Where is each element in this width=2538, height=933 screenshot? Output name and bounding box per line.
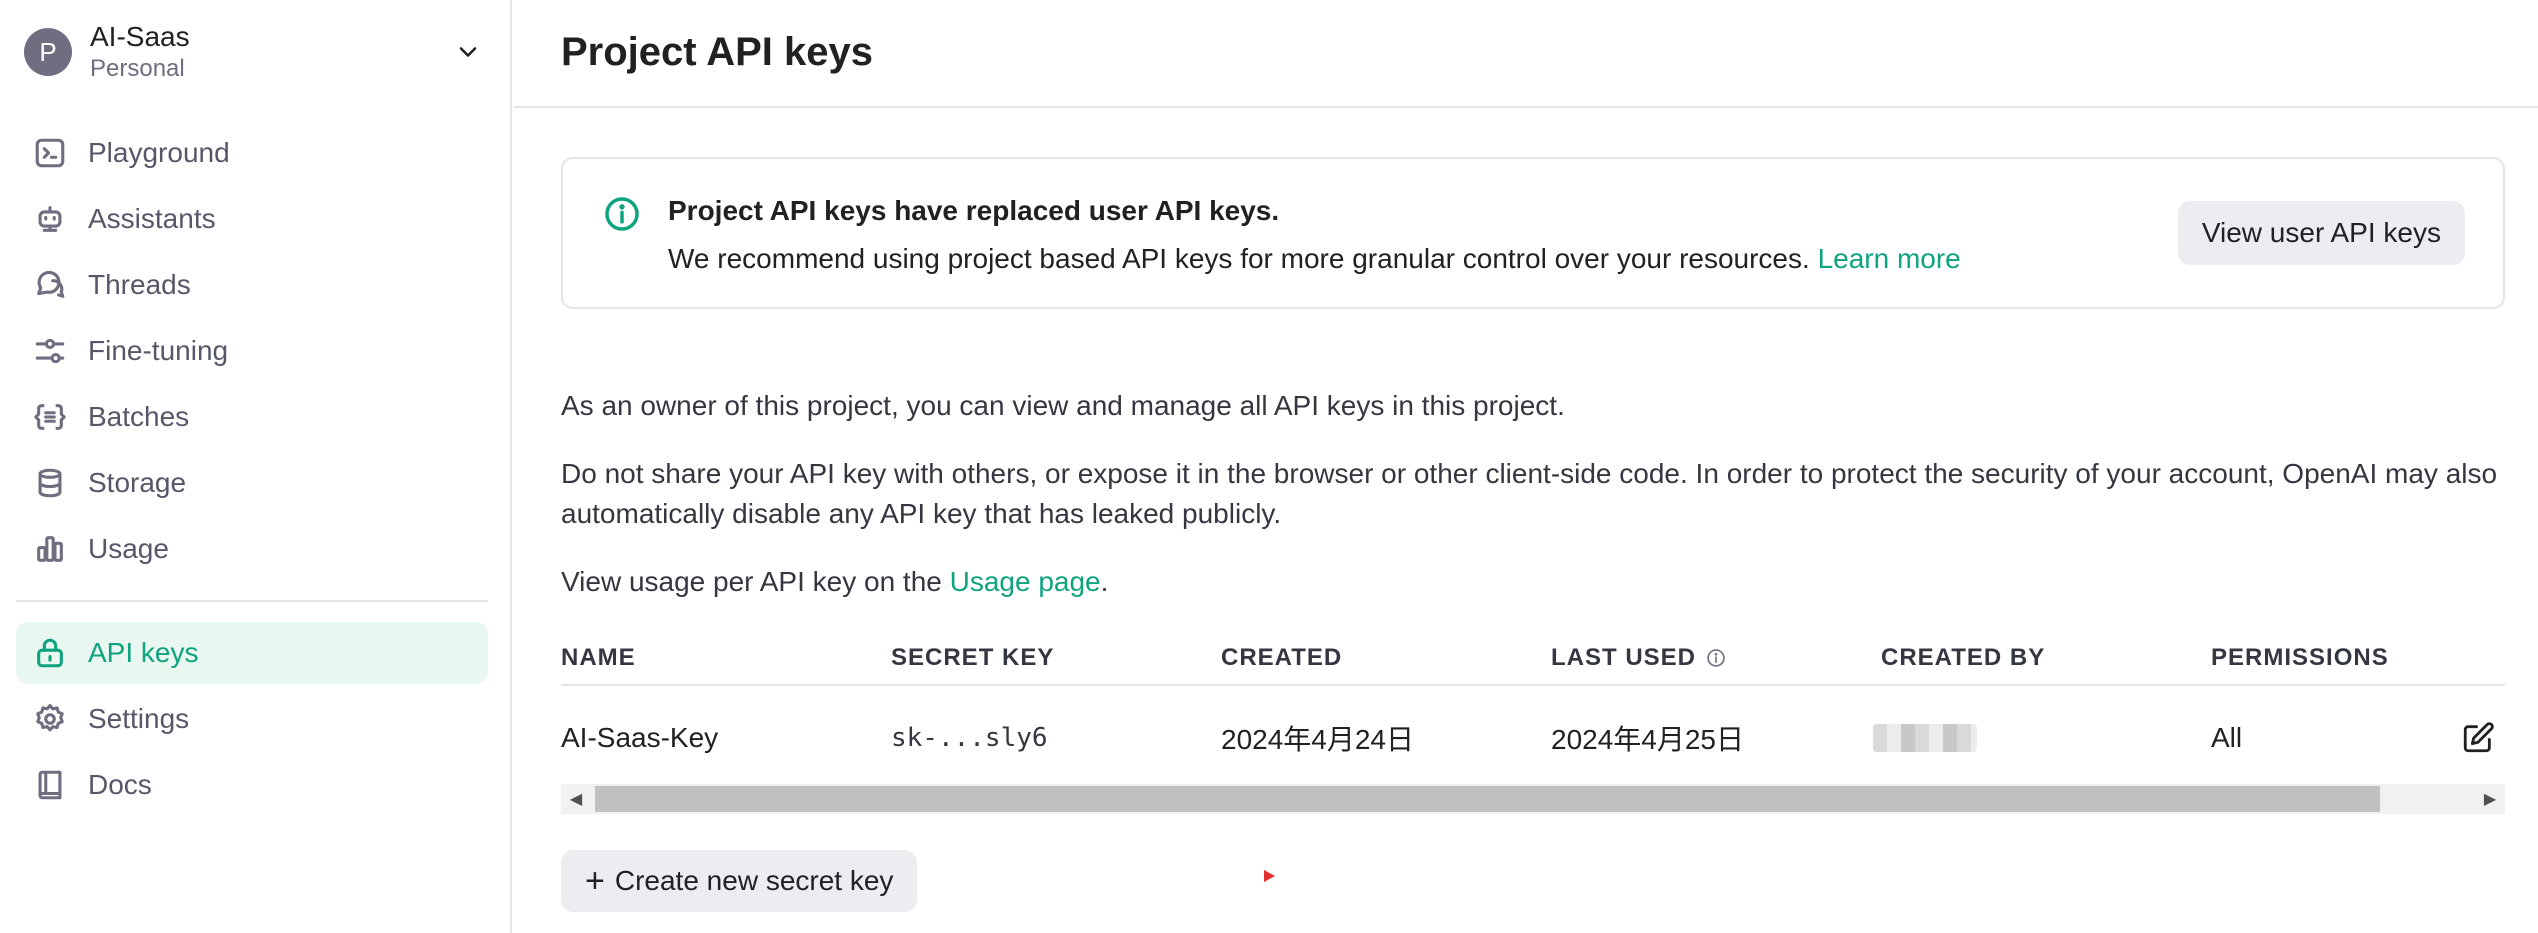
sidebar-nav: Playground Assistants Threads Fine-tunin… xyxy=(16,122,488,820)
column-header-last-used-label: LAST USED xyxy=(1551,644,1697,671)
created-by-redacted xyxy=(1873,724,1977,752)
sidebar-item-label: Fine-tuning xyxy=(88,335,229,366)
sidebar-item-label: Batches xyxy=(88,401,190,432)
avatar: P xyxy=(24,28,72,76)
api-keys-table: NAME SECRET KEY CREATED LAST USED CREATE… xyxy=(561,632,2505,790)
table-row: AI-Saas-Key sk-...sly6 2024年4月24日 2024年4… xyxy=(561,686,2505,790)
gear-icon xyxy=(32,701,68,737)
notice-title: Project API keys have replaced user API … xyxy=(668,195,1280,226)
owner-info-text: As an owner of this project, you can vie… xyxy=(561,390,1565,421)
sidebar-item-threads[interactable]: Threads xyxy=(16,254,488,316)
usage-info-suffix: . xyxy=(1100,566,1109,597)
view-user-api-keys-button[interactable]: View user API keys xyxy=(2177,201,2465,265)
chat-bubbles-icon xyxy=(32,267,68,303)
sidebar-divider xyxy=(16,600,488,602)
usage-info-text: View usage per API key on the Usage page… xyxy=(561,562,2505,602)
page-title: Project API keys xyxy=(561,30,874,74)
key-created: 2024年4月24日 xyxy=(1221,724,1415,755)
sidebar-item-api-keys[interactable]: API keys xyxy=(16,622,488,684)
info-icon xyxy=(605,197,639,231)
cursor-marker xyxy=(1264,870,1275,882)
braces-list-icon xyxy=(32,399,68,435)
sidebar-item-label: API keys xyxy=(88,637,199,668)
chevron-down-icon[interactable] xyxy=(448,32,488,72)
notice-banner: Project API keys have replaced user API … xyxy=(561,157,2505,309)
scroll-right-arrow-icon[interactable]: ▶ xyxy=(2475,784,2505,814)
key-permissions: All xyxy=(2211,722,2243,753)
info-icon[interactable] xyxy=(1706,648,1726,668)
sidebar-item-assistants[interactable]: Assistants xyxy=(16,188,488,250)
sidebar-item-playground[interactable]: Playground xyxy=(16,122,488,184)
sidebar-item-docs[interactable]: Docs xyxy=(16,754,488,816)
column-header-permissions: PERMISSIONS xyxy=(2211,644,2389,671)
plus-icon: + xyxy=(585,862,605,900)
notice-body-text: We recommend using project based API key… xyxy=(668,243,1810,274)
edit-icon[interactable] xyxy=(2461,721,2495,755)
column-header-created: CREATED xyxy=(1221,644,1343,671)
table-header: NAME SECRET KEY CREATED LAST USED CREATE… xyxy=(561,632,2505,686)
usage-info-prefix: View usage per API key on the xyxy=(561,566,942,597)
org-subtitle: Personal xyxy=(90,55,185,82)
bar-chart-icon xyxy=(32,531,68,567)
sidebar-item-label: Storage xyxy=(88,467,187,498)
scroll-left-arrow-icon[interactable]: ◀ xyxy=(561,784,591,814)
sliders-icon xyxy=(32,333,68,369)
page-header: Project API keys xyxy=(514,0,2538,108)
database-icon xyxy=(32,465,68,501)
key-last-used: 2024年4月25日 xyxy=(1551,724,1745,755)
key-name: AI-Saas-Key xyxy=(561,722,719,753)
sidebar-item-label: Usage xyxy=(88,533,169,564)
column-header-secret-key: SECRET KEY xyxy=(891,644,1055,671)
create-button-label: Create new secret key xyxy=(614,865,894,896)
create-new-secret-key-button[interactable]: + Create new secret key xyxy=(561,850,918,912)
column-header-created-by: CREATED BY xyxy=(1881,644,2046,671)
learn-more-link[interactable]: Learn more xyxy=(1818,243,1961,274)
org-name: AI-Saas xyxy=(90,21,190,52)
sidebar-item-label: Assistants xyxy=(88,203,216,234)
sidebar-item-label: Docs xyxy=(88,769,152,800)
sidebar-item-label: Playground xyxy=(88,137,230,168)
lock-icon xyxy=(32,635,68,671)
scrollbar-thumb[interactable] xyxy=(595,786,2380,812)
sidebar-item-storage[interactable]: Storage xyxy=(16,452,488,514)
sidebar-item-settings[interactable]: Settings xyxy=(16,688,488,750)
sidebar-item-batches[interactable]: Batches xyxy=(16,386,488,448)
sidebar-item-usage[interactable]: Usage xyxy=(16,518,488,580)
terminal-icon xyxy=(32,135,68,171)
org-switcher[interactable]: P AI-Saas Personal xyxy=(24,20,488,84)
robot-icon xyxy=(32,201,68,237)
sidebar-item-label: Settings xyxy=(88,703,190,734)
book-icon xyxy=(32,767,68,803)
table-horizontal-scrollbar[interactable]: ◀ ▶ xyxy=(561,784,2505,814)
sidebar-item-fine-tuning[interactable]: Fine-tuning xyxy=(16,320,488,382)
column-header-name: NAME xyxy=(561,644,636,671)
column-header-last-used: LAST USED xyxy=(1551,644,1881,672)
sidebar: P AI-Saas Personal Playground Assistants… xyxy=(0,0,512,933)
key-secret: sk-...sly6 xyxy=(891,723,1048,753)
usage-page-link[interactable]: Usage page xyxy=(950,566,1101,597)
sidebar-item-label: Threads xyxy=(88,269,191,300)
security-warning-text: Do not share your API key with others, o… xyxy=(561,458,2498,529)
notice-body: We recommend using project based API key… xyxy=(668,243,1961,275)
